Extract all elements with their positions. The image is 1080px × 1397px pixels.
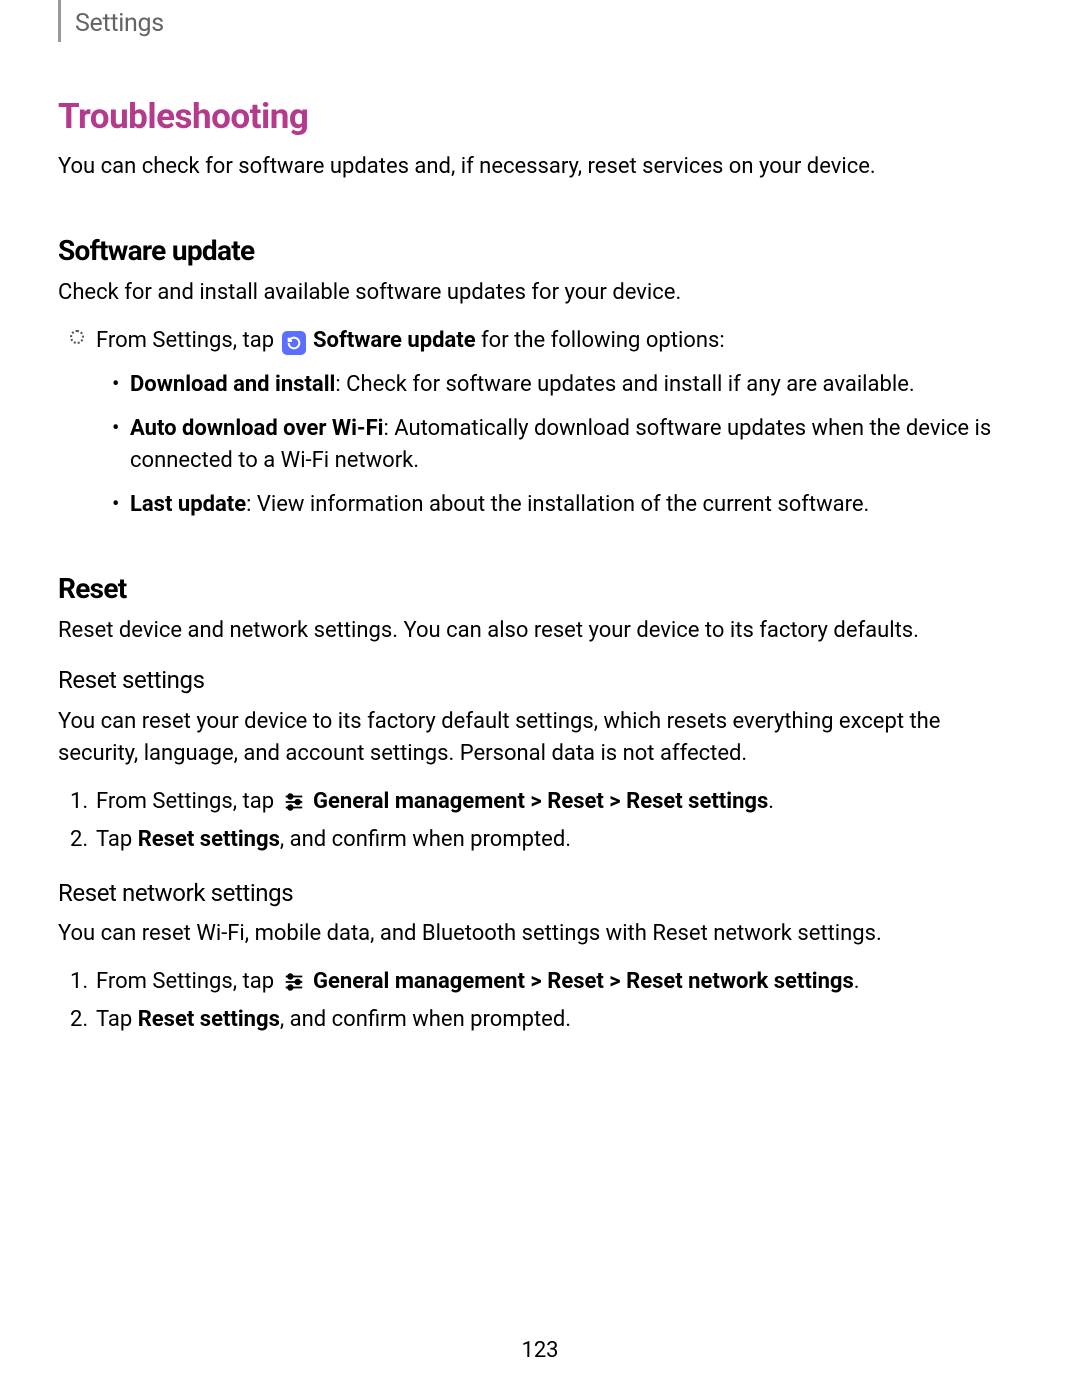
step-bold: Reset settings — [138, 827, 280, 852]
reset-network-heading: Reset network settings — [58, 876, 1022, 911]
item-desc: : View information about the installatio… — [246, 492, 869, 517]
reset-desc: Reset device and network settings. You c… — [58, 615, 1022, 647]
list-item: Tap Reset settings, and confirm when pro… — [96, 1004, 1022, 1036]
step-post: , and confirm when prompted. — [280, 827, 571, 852]
list-item: Auto download over Wi-Fi: Automatically … — [130, 413, 1022, 477]
step-bold: Reset settings — [138, 1007, 280, 1032]
item-desc: : Check for software updates and install… — [335, 372, 914, 397]
reset-section: Reset Reset device and network settings.… — [58, 569, 1022, 1036]
step-bold: General management > Reset > Reset netwo… — [313, 969, 854, 994]
reset-network-desc: You can reset Wi-Fi, mobile data, and Bl… — [58, 918, 1022, 950]
lead-bold: Software update — [313, 328, 476, 353]
item-term: Download and install — [130, 372, 335, 397]
step-pre: From Settings, tap — [96, 969, 280, 994]
reset-network-steps: From Settings, tap General management > … — [58, 966, 1022, 1036]
breadcrumb: Settings — [58, 0, 1022, 42]
software-update-desc: Check for and install available software… — [58, 277, 1022, 309]
page-number: 123 — [0, 1335, 1080, 1367]
lead-post: for the following options: — [476, 328, 725, 353]
list-item: From Settings, tap Software update for t… — [96, 325, 1022, 520]
step-pre: From Settings, tap — [96, 789, 280, 814]
software-update-heading: Software update — [58, 231, 1022, 272]
reset-heading: Reset — [58, 569, 1022, 610]
software-update-section: Software update Check for and install av… — [58, 231, 1022, 521]
sublist: Download and install: Check for software… — [96, 369, 1022, 521]
breadcrumb-text: Settings — [75, 9, 164, 38]
circle-bullet-icon — [70, 330, 84, 344]
page-title: Troubleshooting — [58, 92, 1022, 143]
step-pre: Tap — [96, 827, 138, 852]
lead-pre: From Settings, tap — [96, 328, 280, 353]
list-item: Download and install: Check for software… — [130, 369, 1022, 401]
reset-settings-desc: You can reset your device to its factory… — [58, 706, 1022, 770]
step-post: . — [768, 789, 774, 814]
item-term: Auto download over Wi-Fi — [130, 416, 384, 441]
intro-text: You can check for software updates and, … — [58, 151, 1022, 183]
list-item: From Settings, tap General management > … — [96, 786, 1022, 818]
reset-settings-steps: From Settings, tap General management > … — [58, 786, 1022, 856]
list-item: From Settings, tap General management > … — [96, 966, 1022, 998]
sliders-icon — [282, 790, 306, 814]
software-update-list: From Settings, tap Software update for t… — [58, 325, 1022, 520]
reset-settings-heading: Reset settings — [58, 663, 1022, 698]
list-item: Last update: View information about the … — [130, 489, 1022, 521]
item-term: Last update — [130, 492, 246, 517]
step-post: . — [854, 969, 860, 994]
refresh-icon — [282, 331, 306, 355]
list-item: Tap Reset settings, and confirm when pro… — [96, 824, 1022, 856]
step-bold: General management > Reset > Reset setti… — [313, 789, 768, 814]
sliders-icon — [282, 970, 306, 994]
step-pre: Tap — [96, 1007, 138, 1032]
step-post: , and confirm when prompted. — [280, 1007, 571, 1032]
